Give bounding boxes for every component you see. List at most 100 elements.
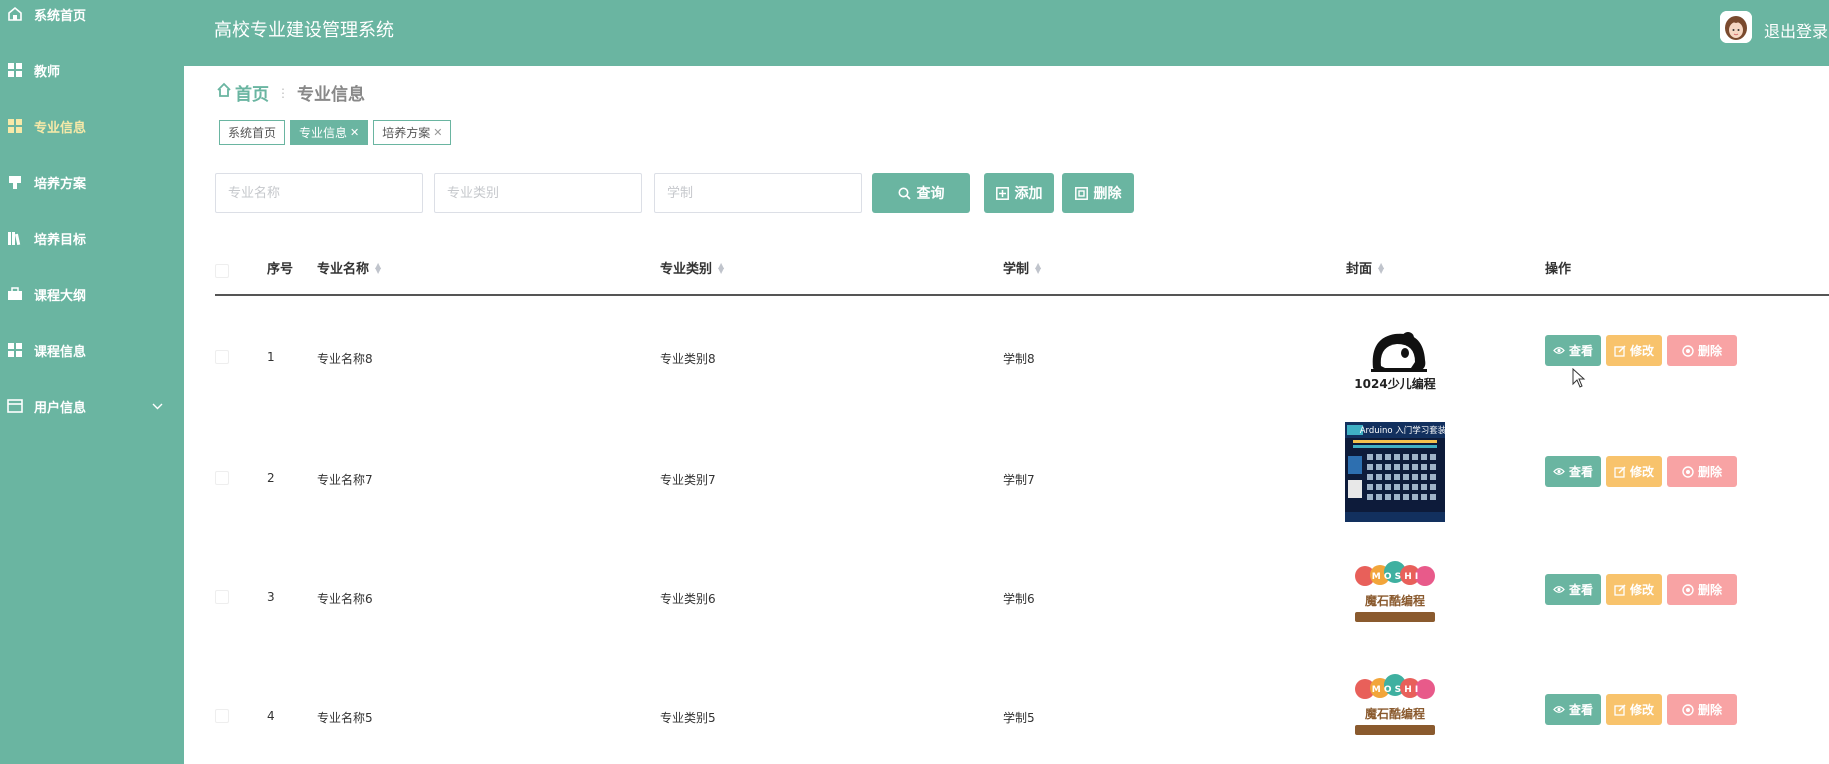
edit-button[interactable]: 修改 [1606, 456, 1662, 487]
breadcrumb-separator: ⋮ [277, 85, 289, 100]
library-icon [7, 230, 23, 246]
sidebar-item-major[interactable]: 专业信息 [0, 106, 184, 146]
edit-button[interactable]: 修改 [1606, 335, 1662, 366]
search-icon [898, 187, 911, 200]
row-type: 专业类别7 [660, 473, 716, 487]
edit-button[interactable]: 修改 [1606, 694, 1662, 725]
eye-icon [1553, 705, 1565, 714]
delete-button[interactable]: 删除 [1667, 694, 1737, 725]
row-index: 1 [267, 350, 275, 364]
close-icon[interactable]: ✕ [433, 126, 442, 139]
delete-button[interactable]: 删除 [1667, 574, 1737, 605]
batch-delete-button-label: 删除 [1093, 186, 1122, 202]
edit-icon [1614, 583, 1626, 596]
row-system: 学制5 [1003, 711, 1035, 725]
eye-icon [1553, 467, 1565, 476]
tab-tags: 系统首页 专业信息 ✕ 培养方案 ✕ [219, 120, 452, 145]
cover-caption: Arduino 入门学习套装 [1360, 425, 1445, 436]
remove-circle-icon [1682, 703, 1694, 716]
select-all-checkbox[interactable] [215, 264, 229, 278]
row-system: 学制7 [1003, 473, 1035, 487]
header-index: 序号 [267, 262, 294, 277]
mouse-cursor-icon [1572, 367, 1586, 392]
tag-training-plan[interactable]: 培养方案 ✕ [373, 120, 452, 145]
sidebar-item-course-info[interactable]: 课程信息 [0, 330, 184, 370]
svg-text:M O S H I: M O S H I [1372, 685, 1419, 695]
row-name: 专业名称6 [317, 592, 373, 606]
table-row: 2 专业名称7 专业类别7 学制7 Arduino 入门学习套装 查看 修改 删… [215, 418, 1829, 538]
edit-icon [1614, 465, 1626, 478]
view-button[interactable]: 查看 [1545, 694, 1601, 725]
cover-caption: 魔石酷编程 [1365, 706, 1425, 721]
header-name[interactable]: 专业名称 ▲ ▼ [317, 258, 381, 277]
row-type: 专业类别6 [660, 592, 716, 606]
header-system[interactable]: 学制 ▲ ▼ [1003, 258, 1041, 277]
close-icon[interactable]: ✕ [350, 126, 359, 139]
remove-circle-icon [1682, 465, 1694, 478]
grid-icon [7, 342, 23, 358]
delete-button[interactable]: 删除 [1667, 456, 1737, 487]
sort-icon[interactable]: ▲ ▼ [1378, 261, 1384, 274]
row-index: 4 [267, 709, 275, 723]
sidebar-item-teacher[interactable]: 教师 [0, 50, 184, 90]
logout-link[interactable]: 退出登录 [1764, 18, 1828, 42]
table-row: 1 专业名称8 专业类别8 学制8 1024少儿编程 查看 修改 删除 [215, 298, 1829, 418]
table-header: 序号 专业名称 ▲ ▼ 专业类别 ▲ ▼ 学制 ▲ ▼ 封面 ▲ ▼ 操作 [215, 246, 1829, 296]
sidebar-item-home[interactable]: 系统首页 [0, 0, 184, 34]
major-type-input[interactable] [434, 173, 642, 213]
header-actions: 操作 [1545, 262, 1572, 277]
query-button[interactable]: 查询 [872, 173, 970, 213]
row-checkbox[interactable] [215, 350, 229, 364]
remove-circle-icon [1682, 583, 1694, 596]
sidebar-item-training-plan[interactable]: 培养方案 [0, 162, 184, 202]
breadcrumb-home[interactable]: 首页 [216, 80, 269, 105]
row-name: 专业名称7 [317, 473, 373, 487]
education-system-input[interactable] [654, 173, 862, 213]
query-button-label: 查询 [916, 186, 945, 202]
briefcase-icon [7, 286, 23, 302]
row-checkbox[interactable] [215, 709, 229, 723]
tag-label: 系统首页 [228, 126, 277, 140]
sidebar-item-label: 课程大纲 [34, 288, 87, 304]
row-type: 专业类别5 [660, 711, 716, 725]
svg-text:M O S H I: M O S H I [1372, 572, 1419, 582]
delete-button[interactable]: 删除 [1667, 335, 1737, 366]
sort-icon[interactable]: ▲ ▼ [375, 261, 381, 274]
row-name: 专业名称5 [317, 711, 373, 725]
sort-icon[interactable]: ▲ ▼ [1035, 261, 1041, 274]
tag-major[interactable]: 专业信息 ✕ [290, 120, 369, 145]
table-row: 4 专业名称5 专业类别5 学制5 M O S H I 魔石酷编程 查看 修改 … [215, 658, 1829, 764]
row-index: 3 [267, 590, 275, 604]
row-system: 学制6 [1003, 592, 1035, 606]
row-type: 专业类别8 [660, 352, 716, 366]
add-button[interactable]: 添加 [984, 173, 1054, 213]
tag-home[interactable]: 系统首页 [219, 120, 286, 145]
tag-label: 培养方案 [382, 126, 431, 140]
sidebar-item-label: 培养方案 [34, 176, 87, 192]
sidebar-item-syllabus[interactable]: 课程大纲 [0, 274, 184, 314]
row-index: 2 [267, 471, 275, 485]
app-title: 高校专业建设管理系统 [214, 20, 394, 41]
edit-button[interactable]: 修改 [1606, 574, 1662, 605]
avatar[interactable] [1720, 11, 1752, 43]
top-bar: 高校专业建设管理系统 退出登录 [184, 0, 1829, 66]
major-name-input[interactable] [215, 173, 423, 213]
view-button[interactable]: 查看 [1545, 456, 1601, 487]
home-icon [7, 6, 23, 22]
row-checkbox[interactable] [215, 590, 229, 604]
view-button[interactable]: 查看 [1545, 335, 1601, 366]
view-button[interactable]: 查看 [1545, 574, 1601, 605]
window-icon [7, 398, 23, 414]
cover-image-moshi-logo: M O S H I 魔石酷编程 [1345, 668, 1445, 754]
sidebar-item-label: 用户信息 [34, 400, 87, 416]
sidebar-item-training-goal[interactable]: 培养目标 [0, 218, 184, 258]
tag-label: 专业信息 [299, 126, 348, 140]
remove-circle-icon [1682, 344, 1694, 357]
sidebar-item-user-info[interactable]: 用户信息 [0, 386, 184, 426]
header-type[interactable]: 专业类别 ▲ ▼ [660, 258, 724, 277]
sort-icon[interactable]: ▲ ▼ [718, 261, 724, 274]
row-checkbox[interactable] [215, 471, 229, 485]
signpost-icon [7, 174, 23, 190]
header-cover[interactable]: 封面 ▲ ▼ [1346, 258, 1384, 277]
batch-delete-button[interactable]: 删除 [1062, 173, 1134, 213]
